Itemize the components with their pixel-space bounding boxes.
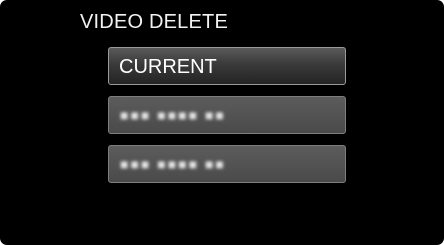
blurred-date-text: ■■■ ■■■■ ■■ — [120, 156, 226, 172]
menu-item-date-1[interactable]: ■■■ ■■■■ ■■ — [108, 96, 346, 134]
camera-menu-screen: VIDEO DELETE CURRENT ■■■ ■■■■ ■■ ■■■ ■■■… — [0, 0, 444, 245]
menu-item-label: CURRENT — [119, 56, 217, 78]
menu-item-current[interactable]: CURRENT — [108, 47, 346, 85]
blurred-date-text: ■■■ ■■■■ ■■ — [120, 107, 226, 123]
page-title: VIDEO DELETE — [80, 11, 228, 33]
menu-item-date-2[interactable]: ■■■ ■■■■ ■■ — [108, 145, 346, 183]
